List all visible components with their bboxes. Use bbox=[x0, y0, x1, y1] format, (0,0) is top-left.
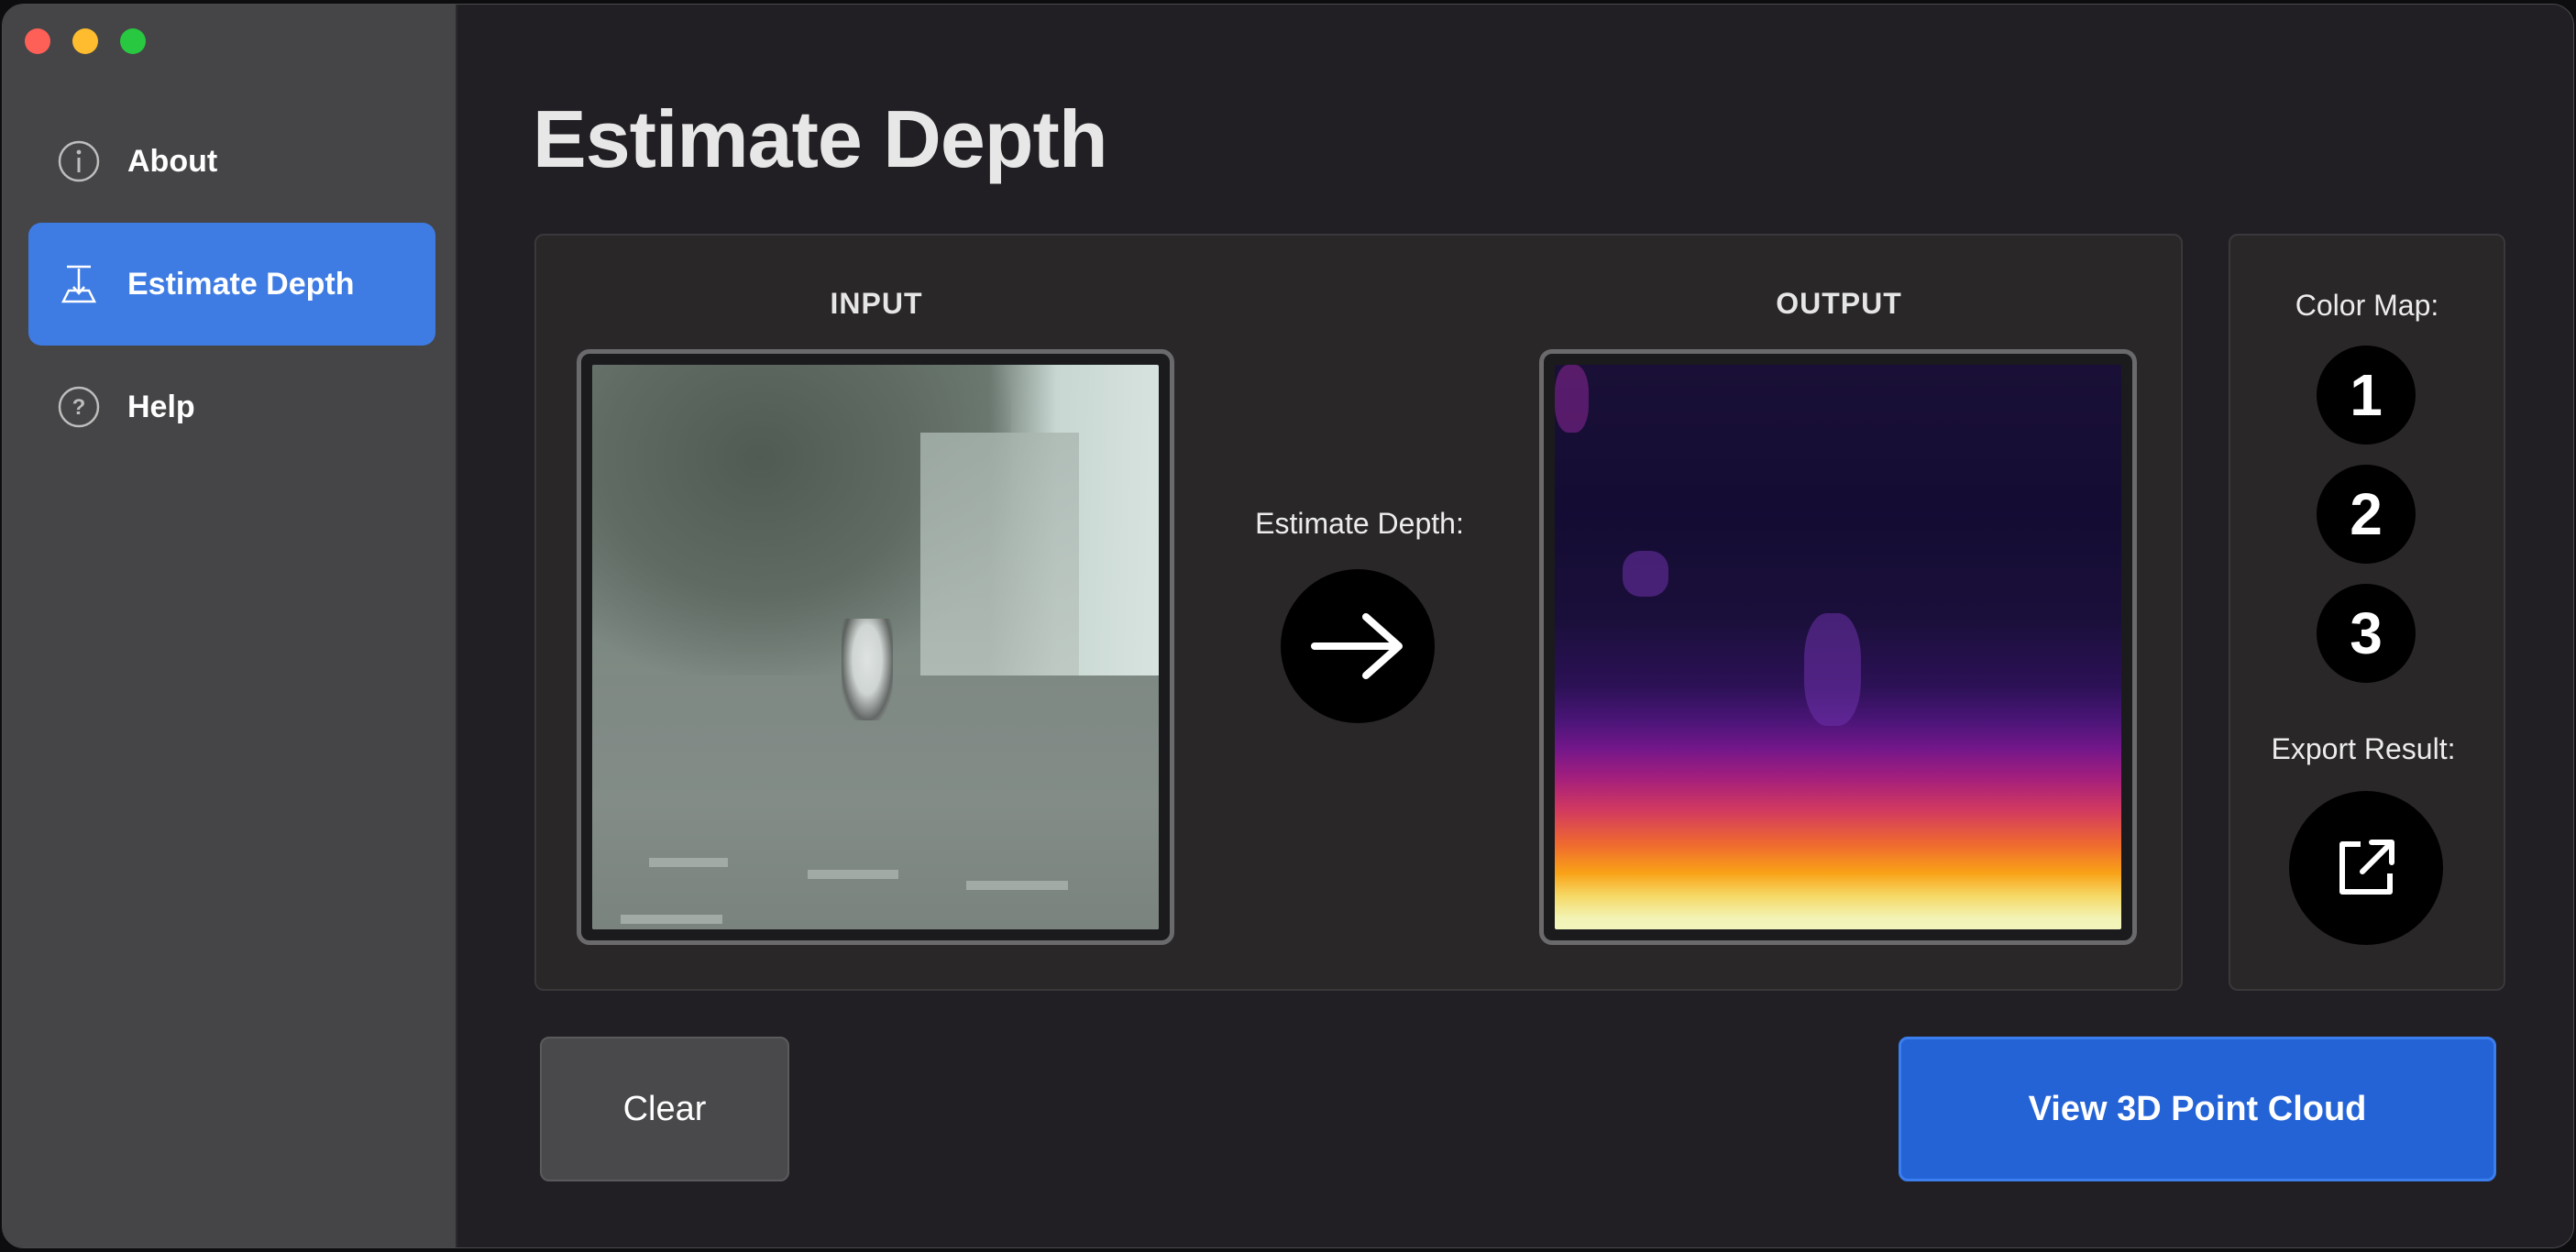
export-icon bbox=[2339, 840, 2394, 895]
info-icon bbox=[56, 138, 102, 184]
close-window-button[interactable] bbox=[25, 28, 50, 54]
view-3d-point-cloud-button[interactable]: View 3D Point Cloud bbox=[1899, 1037, 2496, 1181]
input-image bbox=[592, 365, 1159, 929]
sidebar-item-about[interactable]: About bbox=[28, 100, 435, 223]
export-result-label: Export Result: bbox=[2271, 732, 2456, 765]
depth-output-image bbox=[1555, 365, 2121, 929]
input-image-well[interactable] bbox=[577, 349, 1174, 945]
zoom-window-button[interactable] bbox=[120, 28, 146, 54]
sidebar-item-label: Estimate Depth bbox=[127, 266, 355, 302]
question-icon: ? bbox=[56, 384, 102, 430]
color-map-1-button[interactable]: 1 bbox=[2317, 346, 2416, 445]
estimate-depth-button[interactable] bbox=[1281, 569, 1435, 723]
page-title: Estimate Depth bbox=[533, 93, 1108, 184]
output-image-well[interactable] bbox=[1539, 349, 2137, 945]
estimate-depth-label: Estimate Depth: bbox=[1255, 507, 1464, 540]
minimize-window-button[interactable] bbox=[72, 28, 98, 54]
export-result-button[interactable] bbox=[2289, 791, 2443, 945]
clear-button[interactable]: Clear bbox=[540, 1037, 789, 1181]
color-map-2-button[interactable]: 2 bbox=[2317, 465, 2416, 564]
svg-text:?: ? bbox=[72, 395, 86, 420]
app-window: About Estimate Depth ? Help Estimate Dep… bbox=[2, 4, 2574, 1248]
color-map-label: Color Map: bbox=[2295, 289, 2439, 322]
depth-tool-icon bbox=[56, 261, 102, 307]
sidebar: About Estimate Depth ? Help bbox=[3, 5, 457, 1247]
input-label: INPUT bbox=[830, 287, 923, 320]
color-map-3-button[interactable]: 3 bbox=[2317, 584, 2416, 683]
sidebar-item-label: Help bbox=[127, 389, 195, 424]
output-label: OUTPUT bbox=[1776, 287, 1902, 320]
sidebar-item-label: About bbox=[127, 143, 218, 179]
sidebar-item-help[interactable]: ? Help bbox=[28, 346, 435, 468]
arrow-right-icon bbox=[1311, 613, 1403, 679]
sidebar-item-estimate-depth[interactable]: Estimate Depth bbox=[28, 223, 435, 346]
